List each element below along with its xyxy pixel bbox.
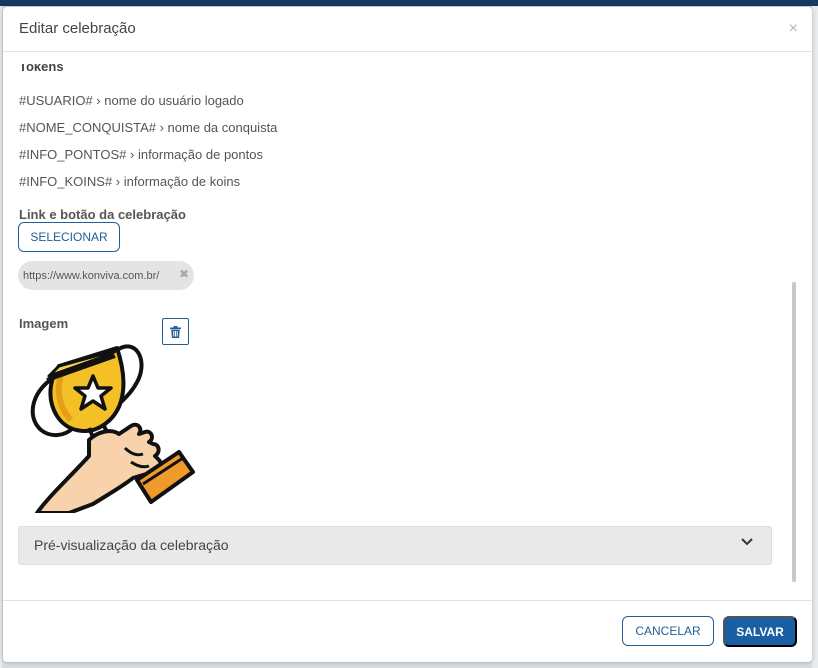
preview-accordion-label: Pré-visualização da celebração [34,537,229,553]
preview-accordion[interactable]: Pré-visualização da celebração [18,526,772,565]
trophy-in-hand-icon [30,344,195,513]
close-icon[interactable]: × [789,20,798,38]
save-button[interactable]: SALVAR [723,616,797,647]
link-section-label: Link e botão da celebração [19,207,186,222]
tokens-heading: Tokens [19,64,64,73]
chevron-down-icon [741,538,753,546]
modal-scrollbar[interactable] [790,282,798,582]
cancel-button[interactable]: CANCELAR [622,616,714,646]
edit-celebration-modal: Editar celebração × Tokens #USUARIO# › n… [3,7,812,662]
scrollbar-thumb[interactable] [792,282,796,582]
token-item-info-pontos: #INFO_PONTOS# › informação de pontos [19,147,263,162]
modal-header: Editar celebração × [3,7,812,52]
link-chip-url: https://www.konviva.com.br/ [23,269,160,282]
token-item-info-koins: #INFO_KOINS# › informação de koins [19,174,241,189]
link-chip: https://www.konviva.com.br/ ✖ [18,261,194,290]
modal-title: Editar celebração [19,20,136,37]
modal-body[interactable]: Tokens #USUARIO# › nome do usuário logad… [3,52,812,599]
token-item-usuario: #USUARIO# › nome do usuário logado [19,93,244,108]
background-top-bar [0,0,818,6]
remove-link-icon[interactable]: ✖ [179,267,189,281]
select-link-button[interactable]: SELECIONAR [18,222,120,252]
background-page-right [812,6,818,668]
background-page-left [0,6,2,668]
token-item-nome-conquista: #NOME_CONQUISTA# › nome da conquista [19,120,278,135]
modal-footer: CANCELAR SALVAR [3,600,812,663]
